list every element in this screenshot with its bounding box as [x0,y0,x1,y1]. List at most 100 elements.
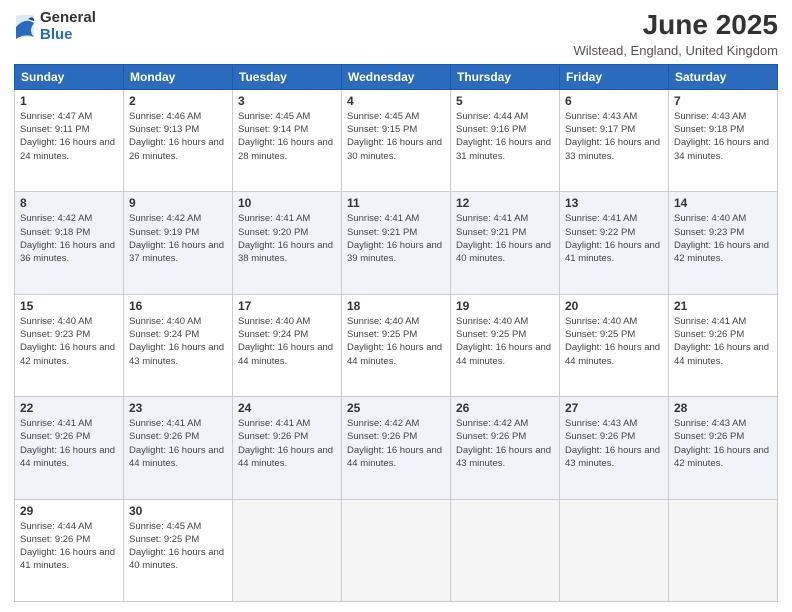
day-number: 25 [347,401,445,415]
table-row: 2 Sunrise: 4:46 AMSunset: 9:13 PMDayligh… [124,89,233,191]
table-row: 28 Sunrise: 4:43 AMSunset: 9:26 PMDaylig… [669,397,778,499]
table-row: 23 Sunrise: 4:41 AMSunset: 9:26 PMDaylig… [124,397,233,499]
day-number: 1 [20,94,118,108]
day-number: 23 [129,401,227,415]
day-info: Sunrise: 4:45 AMSunset: 9:25 PMDaylight:… [129,521,224,572]
table-row: 3 Sunrise: 4:45 AMSunset: 9:14 PMDayligh… [233,89,342,191]
calendar-week-row: 8 Sunrise: 4:42 AMSunset: 9:18 PMDayligh… [15,192,778,294]
day-info: Sunrise: 4:45 AMSunset: 9:15 PMDaylight:… [347,111,442,162]
logo-general: General [40,10,96,27]
table-row: 4 Sunrise: 4:45 AMSunset: 9:15 PMDayligh… [342,89,451,191]
day-info: Sunrise: 4:41 AMSunset: 9:26 PMDaylight:… [129,418,224,469]
col-monday: Monday [124,64,233,89]
day-info: Sunrise: 4:41 AMSunset: 9:22 PMDaylight:… [565,213,660,264]
table-row: 21 Sunrise: 4:41 AMSunset: 9:26 PMDaylig… [669,294,778,396]
table-row: 12 Sunrise: 4:41 AMSunset: 9:21 PMDaylig… [451,192,560,294]
table-row [560,499,669,601]
table-row: 5 Sunrise: 4:44 AMSunset: 9:16 PMDayligh… [451,89,560,191]
day-info: Sunrise: 4:43 AMSunset: 9:26 PMDaylight:… [674,418,769,469]
day-number: 19 [456,299,554,313]
logo-icon [14,13,36,41]
day-info: Sunrise: 4:40 AMSunset: 9:23 PMDaylight:… [20,316,115,367]
logo: General Blue [14,10,96,43]
day-info: Sunrise: 4:40 AMSunset: 9:25 PMDaylight:… [456,316,551,367]
table-row: 19 Sunrise: 4:40 AMSunset: 9:25 PMDaylig… [451,294,560,396]
month-title: June 2025 [573,10,778,41]
col-wednesday: Wednesday [342,64,451,89]
day-number: 5 [456,94,554,108]
day-number: 21 [674,299,772,313]
day-number: 18 [347,299,445,313]
day-info: Sunrise: 4:42 AMSunset: 9:19 PMDaylight:… [129,213,224,264]
calendar-week-row: 15 Sunrise: 4:40 AMSunset: 9:23 PMDaylig… [15,294,778,396]
table-row: 20 Sunrise: 4:40 AMSunset: 9:25 PMDaylig… [560,294,669,396]
day-info: Sunrise: 4:44 AMSunset: 9:26 PMDaylight:… [20,521,115,572]
day-number: 22 [20,401,118,415]
day-number: 2 [129,94,227,108]
day-number: 17 [238,299,336,313]
table-row [233,499,342,601]
table-row: 26 Sunrise: 4:42 AMSunset: 9:26 PMDaylig… [451,397,560,499]
table-row: 13 Sunrise: 4:41 AMSunset: 9:22 PMDaylig… [560,192,669,294]
day-info: Sunrise: 4:43 AMSunset: 9:18 PMDaylight:… [674,111,769,162]
table-row: 16 Sunrise: 4:40 AMSunset: 9:24 PMDaylig… [124,294,233,396]
table-row: 25 Sunrise: 4:42 AMSunset: 9:26 PMDaylig… [342,397,451,499]
day-number: 10 [238,196,336,210]
table-row [342,499,451,601]
calendar-week-row: 29 Sunrise: 4:44 AMSunset: 9:26 PMDaylig… [15,499,778,601]
day-number: 29 [20,504,118,518]
table-row: 15 Sunrise: 4:40 AMSunset: 9:23 PMDaylig… [15,294,124,396]
day-number: 11 [347,196,445,210]
day-number: 3 [238,94,336,108]
calendar-week-row: 22 Sunrise: 4:41 AMSunset: 9:26 PMDaylig… [15,397,778,499]
table-row: 24 Sunrise: 4:41 AMSunset: 9:26 PMDaylig… [233,397,342,499]
day-number: 16 [129,299,227,313]
table-row: 14 Sunrise: 4:40 AMSunset: 9:23 PMDaylig… [669,192,778,294]
day-number: 4 [347,94,445,108]
col-friday: Friday [560,64,669,89]
day-number: 6 [565,94,663,108]
calendar-page: General Blue June 2025 Wilstead, England… [0,0,792,612]
table-row: 17 Sunrise: 4:40 AMSunset: 9:24 PMDaylig… [233,294,342,396]
table-row: 9 Sunrise: 4:42 AMSunset: 9:19 PMDayligh… [124,192,233,294]
day-number: 12 [456,196,554,210]
day-number: 9 [129,196,227,210]
table-row [451,499,560,601]
day-info: Sunrise: 4:43 AMSunset: 9:26 PMDaylight:… [565,418,660,469]
day-info: Sunrise: 4:45 AMSunset: 9:14 PMDaylight:… [238,111,333,162]
day-info: Sunrise: 4:42 AMSunset: 9:26 PMDaylight:… [347,418,442,469]
table-row: 8 Sunrise: 4:42 AMSunset: 9:18 PMDayligh… [15,192,124,294]
day-info: Sunrise: 4:41 AMSunset: 9:21 PMDaylight:… [347,213,442,264]
table-row: 29 Sunrise: 4:44 AMSunset: 9:26 PMDaylig… [15,499,124,601]
col-saturday: Saturday [669,64,778,89]
day-info: Sunrise: 4:43 AMSunset: 9:17 PMDaylight:… [565,111,660,162]
day-info: Sunrise: 4:42 AMSunset: 9:26 PMDaylight:… [456,418,551,469]
table-row: 10 Sunrise: 4:41 AMSunset: 9:20 PMDaylig… [233,192,342,294]
day-info: Sunrise: 4:41 AMSunset: 9:20 PMDaylight:… [238,213,333,264]
table-row: 27 Sunrise: 4:43 AMSunset: 9:26 PMDaylig… [560,397,669,499]
col-thursday: Thursday [451,64,560,89]
day-number: 8 [20,196,118,210]
day-number: 30 [129,504,227,518]
table-row: 7 Sunrise: 4:43 AMSunset: 9:18 PMDayligh… [669,89,778,191]
logo-text: General Blue [40,10,96,43]
calendar-week-row: 1 Sunrise: 4:47 AMSunset: 9:11 PMDayligh… [15,89,778,191]
day-number: 13 [565,196,663,210]
day-info: Sunrise: 4:40 AMSunset: 9:25 PMDaylight:… [347,316,442,367]
calendar-header-row: Sunday Monday Tuesday Wednesday Thursday… [15,64,778,89]
day-number: 24 [238,401,336,415]
day-number: 14 [674,196,772,210]
day-info: Sunrise: 4:42 AMSunset: 9:18 PMDaylight:… [20,213,115,264]
col-sunday: Sunday [15,64,124,89]
day-number: 26 [456,401,554,415]
day-number: 7 [674,94,772,108]
col-tuesday: Tuesday [233,64,342,89]
title-section: June 2025 Wilstead, England, United King… [573,10,778,58]
day-info: Sunrise: 4:40 AMSunset: 9:24 PMDaylight:… [129,316,224,367]
table-row: 22 Sunrise: 4:41 AMSunset: 9:26 PMDaylig… [15,397,124,499]
table-row [669,499,778,601]
day-info: Sunrise: 4:44 AMSunset: 9:16 PMDaylight:… [456,111,551,162]
day-info: Sunrise: 4:41 AMSunset: 9:26 PMDaylight:… [238,418,333,469]
day-number: 27 [565,401,663,415]
day-info: Sunrise: 4:46 AMSunset: 9:13 PMDaylight:… [129,111,224,162]
